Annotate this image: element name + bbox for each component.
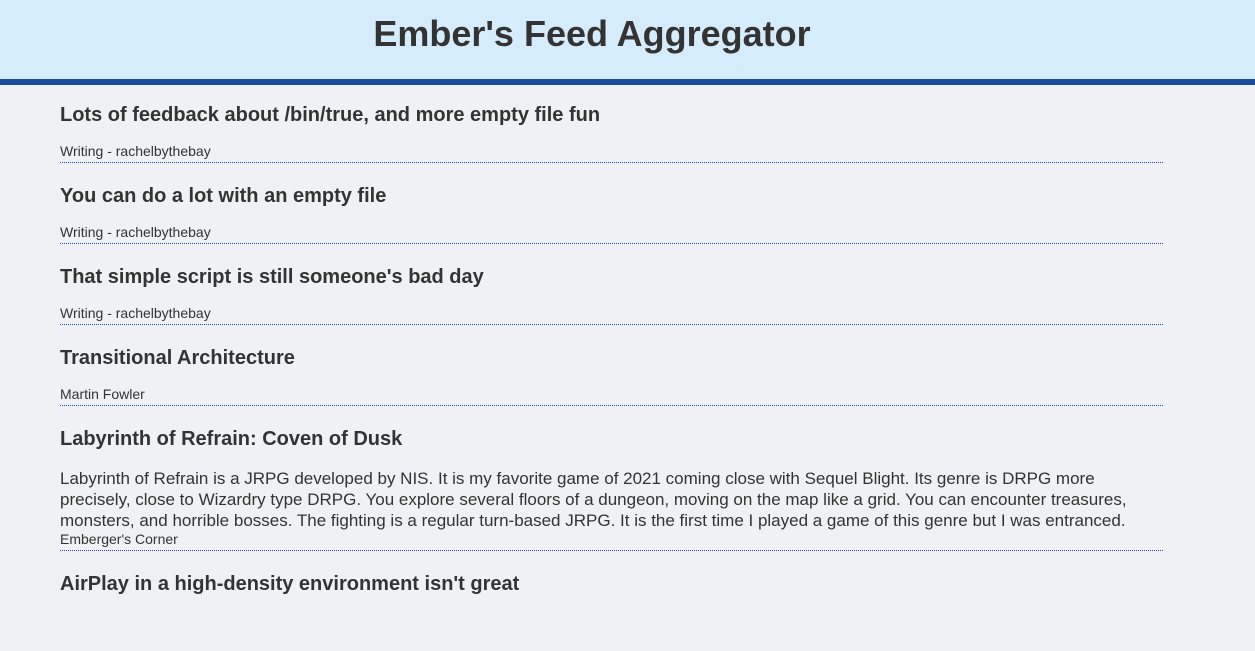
entry-source: Martin Fowler: [60, 386, 145, 402]
feed-list: Lots of feedback about /bin/true, and mo…: [60, 85, 1163, 615]
feed-entry: Labyrinth of Refrain: Coven of Dusk Laby…: [60, 406, 1163, 551]
entry-source: Emberger's Corner: [60, 531, 178, 547]
entry-title-link[interactable]: That simple script is still someone's ba…: [60, 244, 1163, 305]
feed-entry: Lots of feedback about /bin/true, and mo…: [60, 85, 1163, 163]
entry-source: Writing - rachelbythebay: [60, 143, 211, 159]
entry-title-link[interactable]: You can do a lot with an empty file: [60, 163, 1163, 224]
feed-entry: You can do a lot with an empty file Writ…: [60, 163, 1163, 244]
feed-entry: AirPlay in a high-density environment is…: [60, 551, 1163, 615]
entry-title-link[interactable]: Lots of feedback about /bin/true, and mo…: [60, 85, 1163, 143]
site-header: Ember's Feed Aggregator: [0, 0, 1255, 85]
entry-title-link[interactable]: Labyrinth of Refrain: Coven of Dusk: [60, 406, 1163, 467]
entry-source: [60, 612, 1163, 615]
entry-title-link[interactable]: AirPlay in a high-density environment is…: [60, 551, 1163, 612]
feed-entry: Transitional Architecture Martin Fowler: [60, 325, 1163, 406]
entry-title-link[interactable]: Transitional Architecture: [60, 325, 1163, 386]
entry-source: Writing - rachelbythebay: [60, 224, 211, 240]
site-title: Ember's Feed Aggregator: [373, 13, 811, 54]
feed-entry: That simple script is still someone's ba…: [60, 244, 1163, 325]
entry-summary: Labyrinth of Refrain is a JRPG developed…: [60, 469, 1127, 530]
entry-source: Writing - rachelbythebay: [60, 305, 211, 321]
